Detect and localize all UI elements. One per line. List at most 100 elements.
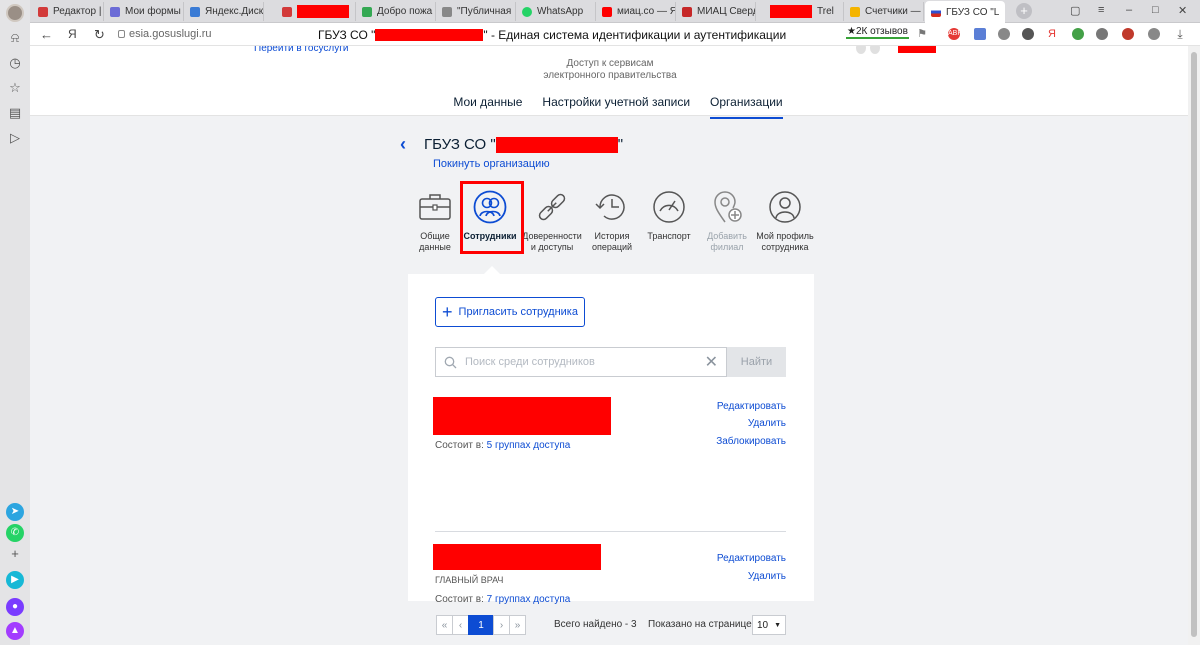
chevron-down-icon: ▼ bbox=[774, 621, 781, 629]
extension-icon[interactable] bbox=[1096, 28, 1108, 40]
page-button-current[interactable]: 1 bbox=[468, 615, 494, 635]
alice-icon[interactable]: ▲ bbox=[6, 622, 24, 640]
tab[interactable]: Добро пожа bbox=[356, 2, 436, 21]
prev-page-button[interactable]: ‹ bbox=[452, 615, 469, 635]
category-my-profile[interactable]: Мой профиль сотрудника bbox=[755, 189, 815, 253]
download-icon[interactable]: ⤓ bbox=[1174, 28, 1186, 40]
scrollbar[interactable] bbox=[1188, 46, 1200, 645]
tab-active[interactable]: ГБУЗ СО "L× bbox=[925, 1, 1005, 23]
collections-icon[interactable]: ▤ bbox=[7, 105, 23, 121]
yandex-icon[interactable]: Я bbox=[1046, 28, 1058, 40]
new-tab-button[interactable]: + bbox=[1016, 3, 1032, 19]
tab-favicon bbox=[442, 6, 452, 17]
extension-icon[interactable] bbox=[974, 28, 986, 40]
whatsapp-icon[interactable]: ✆ bbox=[6, 524, 24, 542]
edit-employee-link[interactable]: Редактировать bbox=[717, 401, 786, 412]
redaction bbox=[495, 136, 618, 153]
user-menu[interactable] bbox=[856, 46, 936, 54]
tab[interactable]: Trel bbox=[764, 2, 844, 21]
tab[interactable]: "Публичная bbox=[436, 2, 516, 21]
edit-employee-link[interactable]: Редактировать bbox=[717, 553, 786, 564]
tab[interactable] bbox=[276, 2, 356, 21]
scrollbar-thumb[interactable] bbox=[1191, 52, 1197, 637]
tab-manager-icon[interactable]: ▢ bbox=[1070, 4, 1080, 17]
shield-icon[interactable] bbox=[1072, 28, 1084, 40]
bookmark-icon[interactable]: ⚑ bbox=[916, 28, 928, 40]
maximize-icon[interactable]: □ bbox=[1152, 4, 1159, 16]
reload-icon[interactable]: ↻ bbox=[94, 27, 105, 43]
leave-organization-link[interactable]: Покинуть организацию bbox=[433, 158, 550, 170]
profile-icon bbox=[769, 191, 801, 223]
reviews-badge[interactable]: ★2К отзывов bbox=[846, 26, 909, 39]
url-field[interactable]: esia.gosuslugi.ru bbox=[118, 28, 212, 40]
category-history[interactable]: История операций bbox=[582, 189, 642, 253]
menu-icon[interactable]: ≡ bbox=[1098, 4, 1104, 16]
extension-icon[interactable] bbox=[1148, 28, 1160, 40]
page-title: ГБУЗ СО " " - Единая система идентификаци… bbox=[318, 28, 787, 42]
nav-organizations[interactable]: Организации bbox=[710, 93, 783, 119]
close-tab-icon[interactable]: × bbox=[1004, 7, 1005, 18]
site-header: Перейти в госуслуги Доступ к сервисам эл… bbox=[30, 46, 1188, 119]
tab[interactable]: Счетчики — bbox=[844, 2, 924, 21]
redacted-employee-name bbox=[433, 397, 611, 435]
tab[interactable]: Яндекс.Диск bbox=[184, 2, 264, 21]
employee-groups: Состоит в: 7 группах доступа bbox=[435, 594, 571, 605]
profile-avatar[interactable] bbox=[6, 4, 24, 22]
access-groups-link[interactable]: 7 группах доступа bbox=[487, 594, 571, 605]
tab[interactable]: МИАЦ Сверд bbox=[676, 2, 756, 21]
next-page-button[interactable]: › bbox=[493, 615, 510, 635]
selection-pointer bbox=[484, 266, 500, 274]
invite-employee-button[interactable]: + Пригласить сотрудника bbox=[435, 297, 585, 327]
media-icon[interactable]: ▶ bbox=[6, 571, 24, 589]
adblock-icon[interactable]: ABP bbox=[948, 28, 962, 40]
org-title: ГБУЗ СО " " bbox=[424, 136, 624, 153]
assistant-icon[interactable]: ● bbox=[6, 598, 24, 616]
tab-favicon bbox=[282, 6, 292, 17]
bell-icon[interactable]: ⍾ bbox=[7, 30, 23, 46]
find-button[interactable]: Найти bbox=[727, 347, 786, 377]
tab[interactable]: Мои формы bbox=[104, 2, 184, 21]
tab-strip: Редактор | К Мои формы Яндекс.Диск Добро… bbox=[30, 0, 1200, 23]
tab[interactable]: Редактор | К bbox=[32, 2, 104, 21]
close-window-icon[interactable]: ✕ bbox=[1178, 4, 1187, 17]
redaction bbox=[898, 46, 936, 53]
delete-employee-link[interactable]: Удалить bbox=[748, 571, 786, 582]
clock-icon[interactable]: ◷ bbox=[7, 55, 23, 71]
chevron-left-icon[interactable]: ‹ bbox=[400, 134, 406, 155]
highlight-box bbox=[460, 181, 524, 254]
clear-search-icon[interactable]: ✕ bbox=[705, 352, 718, 372]
history-icon bbox=[595, 194, 625, 220]
telegram-icon[interactable]: ➤ bbox=[6, 503, 24, 521]
tab[interactable]: WhatsApp bbox=[516, 2, 596, 21]
play-icon[interactable]: ▷ bbox=[7, 130, 23, 146]
tab-favicon bbox=[110, 6, 120, 17]
per-page-select[interactable]: 10 ▼ bbox=[752, 615, 786, 635]
category-general[interactable]: Общие данные bbox=[405, 189, 465, 253]
back-to-gosuslugi-link[interactable]: Перейти в госуслуги bbox=[254, 46, 348, 54]
redaction bbox=[375, 29, 484, 41]
employee-search-input[interactable]: Поиск среди сотрудников ✕ bbox=[435, 347, 727, 377]
star-icon[interactable]: ☆ bbox=[7, 80, 23, 96]
back-arrow-icon[interactable]: ← bbox=[40, 27, 53, 42]
delete-employee-link[interactable]: Удалить bbox=[748, 418, 786, 429]
nav-my-data[interactable]: Мои данные bbox=[453, 93, 522, 119]
avatar bbox=[856, 46, 866, 54]
category-transport[interactable]: Транспорт bbox=[639, 189, 699, 242]
lock-icon bbox=[118, 30, 125, 38]
nav-account-settings[interactable]: Настройки учетной записи bbox=[542, 93, 690, 119]
block-employee-link[interactable]: Заблокировать bbox=[716, 436, 786, 447]
minimize-icon[interactable]: – bbox=[1126, 4, 1132, 16]
add-panel-icon[interactable]: + bbox=[7, 546, 23, 562]
last-page-button[interactable]: » bbox=[509, 615, 526, 635]
access-groups-link[interactable]: 5 группах доступа bbox=[487, 440, 571, 451]
extension-icon[interactable] bbox=[998, 28, 1010, 40]
tab[interactable]: миац.со — Я bbox=[596, 2, 676, 21]
extension-icon[interactable] bbox=[1022, 28, 1034, 40]
employee-groups: Состоит в: 5 группах доступа bbox=[435, 440, 571, 451]
yandex-home-icon[interactable]: Я bbox=[68, 27, 77, 41]
category-powers[interactable]: Доверенности и доступы bbox=[522, 189, 582, 253]
extension-icon[interactable] bbox=[1122, 28, 1134, 40]
category-add-branch[interactable]: Добавить филиал bbox=[697, 189, 757, 253]
redaction bbox=[770, 5, 812, 18]
first-page-button[interactable]: « bbox=[436, 615, 453, 635]
